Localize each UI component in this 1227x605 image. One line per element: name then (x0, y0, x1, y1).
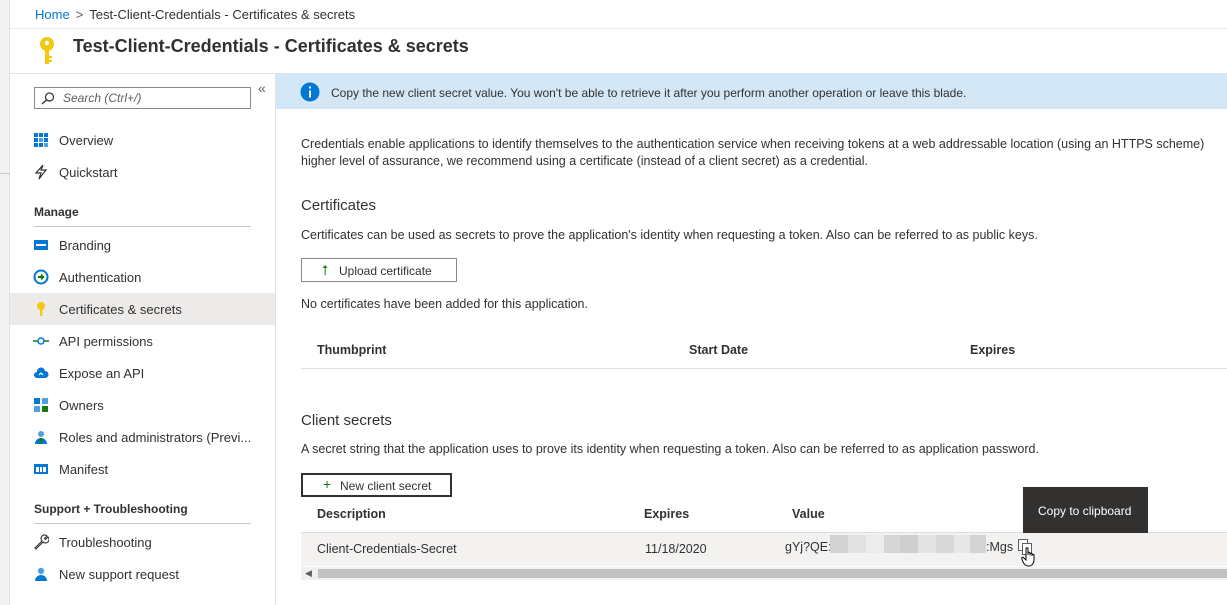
sidebar-item-certificates-secrets[interactable]: Certificates & secrets (10, 293, 275, 325)
credentials-intro: Credentials enable applications to ident… (301, 136, 1227, 170)
secret-value-prefix: gYj?QE: (785, 540, 832, 554)
breadcrumb-current: Test-Client-Credentials - Certificates &… (89, 7, 356, 22)
sidebar-item-label: Troubleshooting (59, 535, 152, 550)
key-icon (40, 37, 54, 64)
main-content: Copy the new client secret value. You wo… (276, 73, 1227, 605)
column-header-expires[interactable]: Expires (970, 343, 1015, 357)
secret-value-redacted (954, 535, 970, 553)
sidebar-item-troubleshooting[interactable]: Troubleshooting (10, 526, 275, 558)
sidebar-item-branding[interactable]: Branding (10, 229, 275, 261)
secret-value-redacted (866, 535, 884, 553)
support-person-icon (35, 567, 47, 581)
upload-arrow-icon: ⭡ (322, 262, 329, 278)
search-input[interactable]: Search (Ctrl+/) (34, 87, 251, 109)
secret-value-redacted (936, 535, 954, 553)
sidebar-item-expose-api[interactable]: Expose an API (10, 357, 275, 389)
upload-certificate-label: Upload certificate (339, 264, 432, 278)
secret-description: Client-Credentials-Secret (317, 542, 457, 556)
scroll-left-arrow-icon[interactable]: ◀ (305, 568, 312, 579)
certificates-description: Certificates can be used as secrets to p… (301, 228, 1038, 242)
intro-line-2: higher level of assurance, we recommend … (301, 154, 868, 168)
sidebar-item-label: Roles and administrators (Previ... (59, 430, 252, 445)
authentication-icon (33, 269, 49, 285)
breadcrumb-separator: > (75, 7, 84, 22)
sidebar-item-label: New support request (59, 567, 179, 582)
hand-cursor-icon (1021, 547, 1035, 567)
scrollbar-thumb[interactable] (318, 569, 1227, 578)
table-row: Client-Credentials-Secret 11/18/2020 gYj… (301, 533, 1227, 567)
column-header-value[interactable]: Value (792, 507, 825, 521)
client-secrets-heading: Client secrets (301, 412, 392, 429)
sidebar: Search (Ctrl+/) « Overview Quickstart Ma… (10, 73, 276, 605)
secret-expires: 11/18/2020 (645, 542, 707, 556)
secret-value-redacted (900, 535, 918, 553)
horizontal-scrollbar[interactable]: ◀ (301, 567, 1227, 580)
manage-divider (34, 226, 251, 227)
certificates-table-divider (301, 368, 1227, 369)
plus-icon: + (323, 476, 332, 492)
sidebar-item-label: Overview (59, 133, 114, 148)
sidebar-item-label: Manifest (59, 462, 109, 477)
branding-icon (34, 240, 48, 250)
support-divider (34, 523, 251, 524)
portal-left-edge (0, 0, 10, 605)
new-client-secret-label: New client secret (340, 479, 432, 493)
info-banner: Copy the new client secret value. You wo… (276, 73, 1227, 109)
client-secrets-description: A secret string that the application use… (301, 442, 1039, 456)
secret-value-suffix: :Mgs (986, 540, 1014, 554)
collapse-sidebar-button[interactable]: « (258, 80, 266, 96)
page-header: Test-Client-Credentials - Certificates &… (10, 28, 1227, 73)
cloud-icon (34, 367, 49, 378)
column-header-start-date[interactable]: Start Date (689, 343, 748, 357)
manage-heading: Manage (34, 205, 79, 219)
overview-grid-icon (34, 133, 48, 147)
owners-icon (34, 398, 48, 412)
sidebar-item-roles-administrators[interactable]: Roles and administrators (Previ... (10, 421, 275, 453)
sidebar-item-new-support-request[interactable]: New support request (10, 558, 275, 590)
sidebar-item-label: Quickstart (59, 165, 118, 180)
column-header-secret-expires[interactable]: Expires (644, 507, 689, 521)
key-icon (37, 302, 45, 316)
api-permissions-icon (33, 337, 49, 345)
secret-value-redacted (830, 535, 848, 553)
secret-value-redacted (918, 535, 936, 553)
tooltip-text: Copy to clipboard (1038, 504, 1132, 518)
search-placeholder: Search (Ctrl+/) (63, 91, 142, 105)
support-heading: Support + Troubleshooting (34, 502, 188, 516)
page-title: Test-Client-Credentials - Certificates &… (73, 36, 469, 56)
no-certificates-message: No certificates have been added for this… (301, 297, 588, 311)
breadcrumb-home-link[interactable]: Home (35, 7, 70, 22)
certificates-heading: Certificates (301, 197, 377, 214)
sidebar-item-label: API permissions (59, 334, 153, 349)
sidebar-item-quickstart[interactable]: Quickstart (10, 156, 275, 188)
intro-line-1: Credentials enable applications to ident… (301, 137, 1205, 151)
manifest-icon (34, 464, 48, 474)
sidebar-item-authentication[interactable]: Authentication (10, 261, 275, 293)
lightning-icon (34, 164, 48, 180)
sidebar-item-label: Expose an API (59, 366, 145, 381)
column-header-description[interactable]: Description (317, 507, 386, 521)
upload-certificate-button[interactable]: ⭡ Upload certificate (301, 258, 457, 282)
sidebar-item-owners[interactable]: Owners (10, 389, 275, 421)
secret-value-redacted (884, 535, 900, 553)
banner-message: Copy the new client secret value. You wo… (331, 86, 967, 100)
sidebar-item-label: Certificates & secrets (59, 302, 182, 317)
wrench-icon (34, 534, 49, 550)
info-icon (300, 82, 320, 102)
roles-icon (35, 431, 47, 444)
column-header-thumbprint[interactable]: Thumbprint (317, 343, 386, 357)
secret-value-redacted (970, 535, 986, 553)
new-client-secret-button[interactable]: + New client secret (301, 473, 452, 497)
sidebar-item-api-permissions[interactable]: API permissions (10, 325, 275, 357)
copy-tooltip: Copy to clipboard (1023, 487, 1148, 533)
sidebar-item-label: Branding (59, 238, 112, 253)
sidebar-item-label: Owners (59, 398, 104, 413)
sidebar-item-manifest[interactable]: Manifest (10, 453, 275, 485)
sidebar-item-label: Authentication (59, 270, 142, 285)
search-icon (41, 92, 55, 105)
breadcrumb: Home > Test-Client-Credentials - Certifica… (35, 7, 355, 22)
secret-value-redacted (848, 535, 866, 553)
sidebar-item-overview[interactable]: Overview (10, 124, 275, 156)
edge-tick (0, 173, 10, 174)
